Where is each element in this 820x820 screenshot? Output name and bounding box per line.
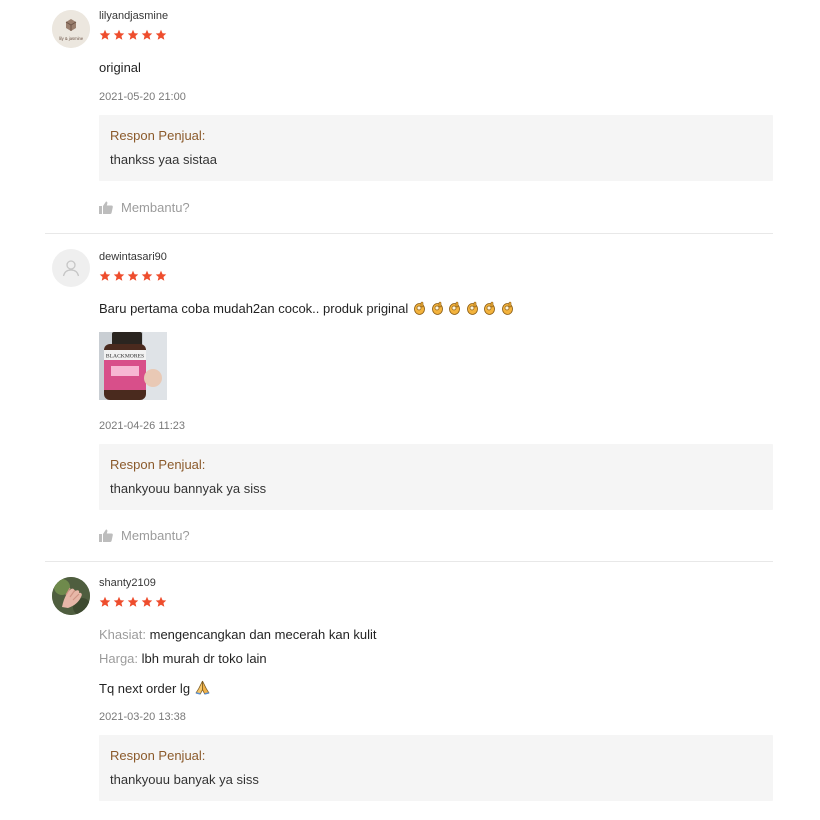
avatar[interactable] (52, 577, 90, 615)
helpful-button[interactable]: Membantu? (99, 200, 190, 215)
svg-text:BLACKMORES: BLACKMORES (106, 354, 144, 360)
review-time: 2021-05-20 21:00 (99, 91, 186, 103)
seller-reply-title: Respon Penjual: (110, 457, 206, 472)
helpful-button[interactable]: Membantu? (99, 528, 190, 543)
attribute-label: Khasiat: (99, 627, 146, 642)
review-attribute-khasiat: Khasiat: mengencangkan dan mecerah kan k… (99, 627, 377, 642)
helpful-label: Membantu? (121, 200, 190, 215)
review-comment: Tq next order lg (99, 680, 210, 696)
rating-stars (99, 270, 167, 282)
review-comment: Baru pertama coba mudah2an cocok.. produ… (99, 301, 514, 316)
star-icon (113, 270, 125, 282)
star-icon (113, 29, 125, 41)
seller-reply: Respon Penjual: thankss yaa sistaa (99, 115, 773, 181)
seller-reply-text: thankyouu banyak ya siss (110, 772, 259, 787)
helpful-label: Membantu? (121, 528, 190, 543)
attribute-value: mengencangkan dan mecerah kan kulit (149, 627, 377, 642)
review-comment-text: Baru pertama coba mudah2an cocok.. produ… (99, 301, 409, 316)
star-icon (127, 596, 139, 608)
review-attribute-harga: Harga: lbh murah dr toko lain (99, 651, 267, 666)
star-icon (99, 270, 111, 282)
star-icon (127, 270, 139, 282)
reviewer-username[interactable]: shanty2109 (99, 577, 156, 589)
review-divider (45, 233, 773, 234)
thumbs-up-icon (99, 201, 113, 214)
star-icon (141, 29, 153, 41)
product-bottle-image: BLACKMORES (99, 332, 167, 400)
star-icon (141, 596, 153, 608)
review-comment: original (99, 60, 141, 75)
attribute-value: lbh murah dr toko lain (141, 651, 267, 666)
thumbs-up-icon (99, 529, 113, 542)
reviewer-username[interactable]: lilyandjasmine (99, 10, 168, 22)
review-comment-text: Tq next order lg (99, 681, 191, 696)
seller-reply-title: Respon Penjual: (110, 128, 206, 143)
star-icon (155, 270, 167, 282)
review-divider (45, 561, 773, 562)
user-icon (62, 260, 80, 277)
seller-reply: Respon Penjual: thankyouu bannyak ya sis… (99, 444, 773, 510)
ok-hand-emoji (412, 301, 514, 316)
avatar[interactable] (52, 249, 90, 287)
star-icon (155, 596, 167, 608)
rating-stars (99, 596, 167, 608)
seller-reply: Respon Penjual: thankyouu banyak ya siss (99, 735, 773, 801)
seller-reply-text: thankyouu bannyak ya siss (110, 481, 267, 496)
star-icon (141, 270, 153, 282)
review-time: 2021-03-20 13:38 (99, 711, 186, 723)
star-icon (127, 29, 139, 41)
reviewer-username[interactable]: dewintasari90 (99, 251, 167, 263)
star-icon (155, 29, 167, 41)
review-time: 2021-04-26 11:23 (99, 420, 186, 432)
svg-text:lily & jasmine: lily & jasmine (59, 36, 84, 41)
avatar[interactable]: lily & jasmine (52, 10, 90, 48)
seller-reply-title: Respon Penjual: (110, 748, 206, 763)
review-photo[interactable]: BLACKMORES (99, 332, 167, 400)
attribute-label: Harga: (99, 651, 139, 666)
folded-hands-emoji (194, 680, 210, 696)
star-icon (113, 596, 125, 608)
user-photo-icon (52, 577, 90, 615)
rating-stars (99, 29, 167, 41)
seller-reply-text: thankss yaa sistaa (110, 152, 217, 167)
shop-logo-icon: lily & jasmine (52, 10, 90, 48)
star-icon (99, 29, 111, 41)
star-icon (99, 596, 111, 608)
